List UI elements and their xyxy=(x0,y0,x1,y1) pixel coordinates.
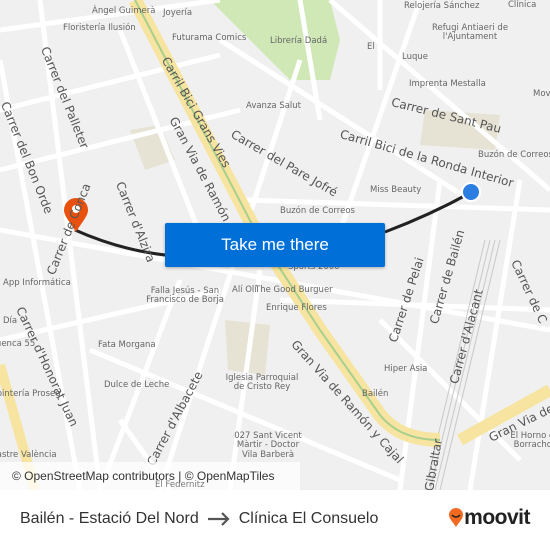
take-me-there-button[interactable]: Take me there xyxy=(165,223,385,267)
poi-label: Iglesia Parroquial de Cristo Rey xyxy=(225,373,299,393)
poi-label: Hiper Asia xyxy=(384,364,428,374)
brand-name: moovit xyxy=(464,506,530,529)
poi-label: Clínica xyxy=(508,0,537,10)
poi-label: Falla Jesús - San Francisco de Borja xyxy=(146,286,224,306)
poi-label: Fata Morgana xyxy=(98,340,156,350)
poi-label: Miss Beauty xyxy=(370,185,422,195)
poi-label: Buzón de Correos xyxy=(280,206,355,216)
poi-label: Refugi Antiaeri de l'Ajuntament xyxy=(431,23,509,43)
poi-label: Futurama Comics xyxy=(172,33,247,43)
poi-label: 027 Sant Vicent Màrtir - Doctor Vila Bar… xyxy=(234,431,302,460)
route-title: Bailén - Estació Del Nord Clínica El Con… xyxy=(20,510,378,528)
poi-label: Dulce de Leche xyxy=(104,380,170,390)
origin-name: Bailén - Estació Del Nord xyxy=(20,510,199,527)
poi-label: Bailén xyxy=(362,389,389,399)
poi-label: Buzón de Correos xyxy=(478,150,550,160)
map[interactable]: Carril Bici Grans Vies Gran Via de Ramón… xyxy=(0,0,550,490)
destination-name: Clínica El Consuelo xyxy=(238,510,379,527)
poi-label: Cuenca 55 xyxy=(0,339,36,349)
poi-label: Día xyxy=(3,316,18,326)
poi-label: Enrique Flores xyxy=(266,303,327,313)
route-line xyxy=(384,191,471,234)
poi-label: Àngel Guimerà xyxy=(92,6,156,16)
poi-label: El xyxy=(367,42,375,52)
poi-label: Imprenta Mestalla xyxy=(409,79,486,89)
poi-label: Avanza Salut xyxy=(246,101,302,111)
poi-label: Relojería Sánchez xyxy=(404,1,480,11)
poi-label: Floristería Ilusión xyxy=(63,23,136,33)
map-attribution[interactable]: © OpenStreetMap contributors | © OpenMap… xyxy=(0,462,300,490)
poi-label: Pastre València xyxy=(0,450,57,460)
poi-label: Librería Dadá xyxy=(270,36,328,46)
moovit-pin-icon xyxy=(449,508,464,527)
poi-label: Luque xyxy=(402,52,428,62)
poi-label: Mov xyxy=(533,89,550,99)
poi-label: El Federnitz xyxy=(155,480,205,490)
poi-label: The Good Burguer xyxy=(255,285,333,295)
origin-marker-icon[interactable] xyxy=(461,182,481,202)
poi-label: Joyería xyxy=(163,8,193,18)
poi-label: App Informática xyxy=(3,278,71,288)
poi-label: Alí Olí xyxy=(232,285,257,295)
arrow-right-icon xyxy=(207,512,230,526)
moovit-logo: moovit xyxy=(448,506,530,530)
poi-label: El Horno de Borrachos xyxy=(510,431,550,451)
poi-label: Carpintería Proseg xyxy=(0,389,61,399)
